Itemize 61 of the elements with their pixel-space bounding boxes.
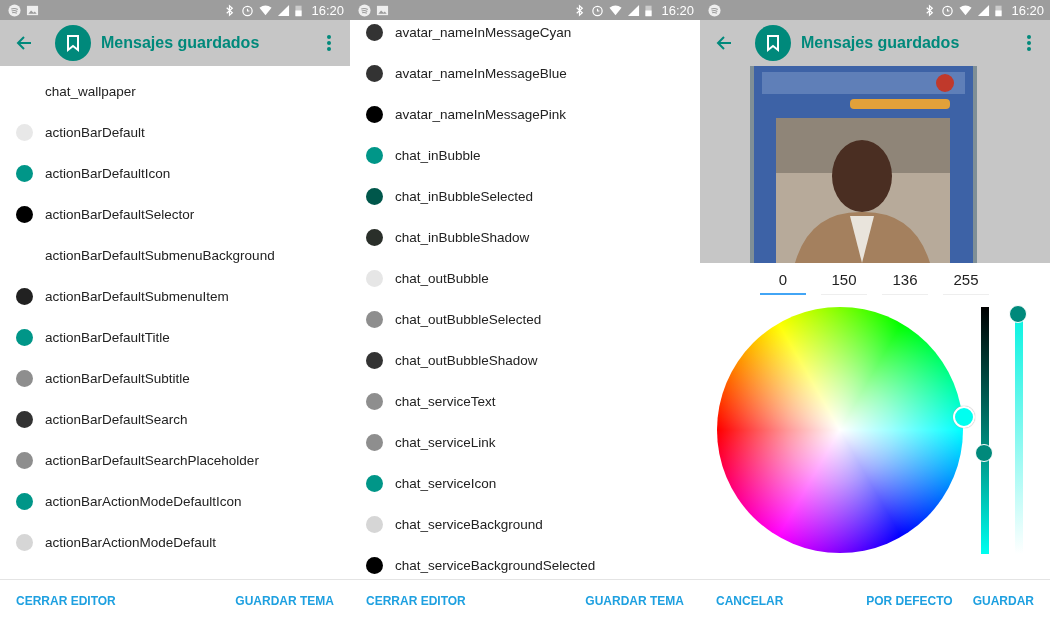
more-menu-icon[interactable] <box>1027 35 1031 51</box>
image-icon <box>376 3 389 17</box>
signal-icon <box>627 3 641 17</box>
theme-key-label[interactable]: chat_serviceBackgroundSelected <box>395 558 596 573</box>
more-menu-icon[interactable] <box>327 35 331 51</box>
theme-key-label[interactable]: chat_inBubble <box>395 148 481 163</box>
theme-key-label[interactable]: chat_wallpaper <box>45 84 136 99</box>
theme-key-label[interactable]: actionBarDefaultSubmenuBackground <box>45 248 275 263</box>
battery-icon <box>295 3 303 17</box>
status-time: 16:20 <box>1011 2 1044 18</box>
status-time: 16:20 <box>311 2 344 18</box>
theme-key-label[interactable]: avatar_nameInMessageCyan <box>395 25 572 40</box>
theme-key-label[interactable]: actionBarActionModeDefault <box>45 535 217 550</box>
theme-key-label[interactable]: chat_inBubbleShadow <box>395 230 530 245</box>
color-value-field[interactable]: 136 <box>882 265 928 295</box>
music-app-icon <box>358 3 371 17</box>
theme-key-label[interactable]: actionBarDefaultSubmenuItem <box>45 289 229 304</box>
theme-key-label[interactable]: actionBarDefaultSubtitle <box>45 371 190 386</box>
music-app-icon <box>8 3 21 17</box>
theme-key-label[interactable]: chat_outBubbleShadow <box>395 353 538 368</box>
alarm-icon <box>941 3 955 17</box>
color-value-field[interactable]: 150 <box>821 265 867 295</box>
theme-key-label[interactable]: actionBarDefaultTitle <box>45 330 170 345</box>
battery-icon <box>645 3 653 17</box>
theme-key-label[interactable]: chat_outBubbleSelected <box>395 312 542 327</box>
theme-key-label[interactable]: chat_serviceIcon <box>395 476 497 491</box>
status-time: 16:20 <box>661 2 694 18</box>
back-arrow-icon[interactable] <box>15 34 33 52</box>
theme-key-label[interactable]: actionBarDefault <box>45 125 145 140</box>
theme-key-label[interactable]: chat_inBubbleSelected <box>395 189 534 204</box>
slider-thumb[interactable] <box>1009 305 1027 323</box>
back-arrow-icon[interactable] <box>715 34 733 52</box>
theme-key-label[interactable]: actionBarDefaultSearch <box>45 412 188 427</box>
wifi-icon <box>959 3 973 17</box>
image-icon <box>26 3 39 17</box>
theme-key-label[interactable]: avatar_nameInMessageBlue <box>395 66 567 81</box>
color-value-field[interactable]: 255 <box>943 265 989 295</box>
signal-icon <box>277 3 291 17</box>
theme-key-label[interactable]: chat_outBubble <box>395 271 489 286</box>
wifi-icon <box>259 3 273 17</box>
alarm-icon <box>591 3 605 17</box>
chat-title: Mensajes guardados <box>101 34 261 52</box>
music-app-icon <box>708 3 721 17</box>
theme-key-label[interactable]: chat_serviceBackground <box>395 517 543 532</box>
bookmark-avatar-icon <box>55 25 91 61</box>
alarm-icon <box>241 3 255 17</box>
theme-key-label[interactable]: actionBarActionModeDefaultIcon <box>45 494 242 509</box>
chat-title: Mensajes guardados <box>801 34 961 52</box>
battery-icon <box>995 3 1003 17</box>
slider-thumb[interactable] <box>975 443 993 462</box>
wifi-icon <box>609 3 623 17</box>
bookmark-avatar-icon <box>755 25 791 61</box>
theme-key-label[interactable]: actionBarDefaultSelector <box>45 207 195 222</box>
theme-key-label[interactable]: chat_serviceText <box>395 394 496 409</box>
color-value-field[interactable]: 0 <box>760 265 806 295</box>
wheel-handle[interactable] <box>953 406 975 428</box>
theme-key-label[interactable]: actionBarDefaultIcon <box>45 166 171 181</box>
theme-key-label[interactable]: avatar_nameInMessagePink <box>395 107 567 122</box>
signal-icon <box>977 3 991 17</box>
theme-key-label[interactable]: chat_serviceLink <box>395 435 496 450</box>
theme-key-label[interactable]: actionBarDefaultSearchPlaceholder <box>45 453 259 468</box>
